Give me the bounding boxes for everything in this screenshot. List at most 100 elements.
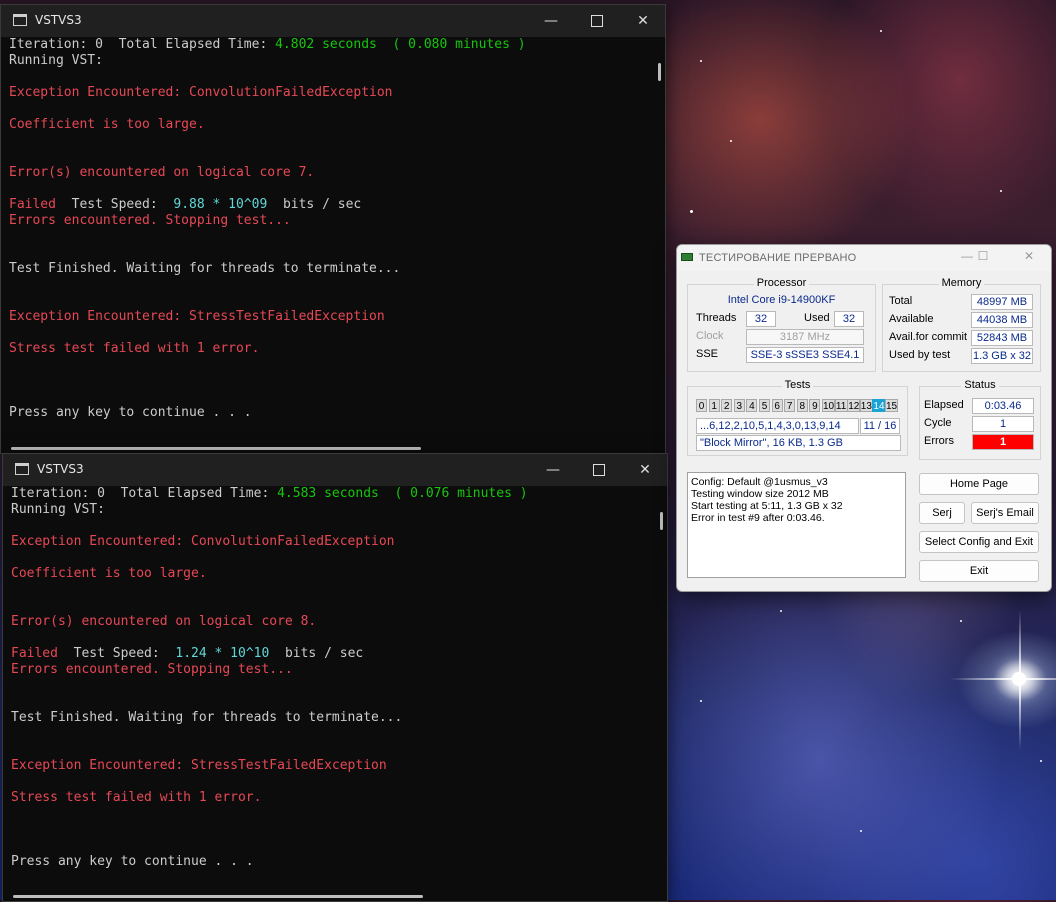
console-text: Running VST: — [11, 502, 105, 517]
console-text: Stress test failed with 1 error. — [11, 790, 262, 805]
console-line: Exception Encountered: StressTestFailedE… — [11, 758, 653, 774]
used-by-test-label: Used by test — [889, 349, 951, 361]
testmem-window[interactable]: ТЕСТИРОВАНИЕ ПРЕРВАНО — ☐ ✕ Processor In… — [676, 244, 1052, 592]
console-line: Coefficient is too large. — [11, 566, 653, 582]
elapsed-label: Elapsed — [924, 399, 964, 411]
test-cell: 15 — [885, 399, 898, 412]
vertical-scrollbar[interactable] — [658, 63, 661, 81]
console-text: Running VST: — [9, 53, 103, 68]
console-line: Running VST: — [11, 502, 653, 518]
console-line: Exception Encountered: ConvolutionFailed… — [9, 85, 651, 101]
threads-label: Threads — [696, 312, 737, 324]
console-text: Coefficient is too large. — [9, 117, 205, 132]
console-line: Press any key to continue . . . — [11, 854, 653, 870]
console-window-1[interactable]: VSTVS3 — ✕ Iteration: 0 Total Elapsed Ti… — [0, 4, 666, 454]
available-label: Available — [889, 313, 934, 325]
test-cell: 0 — [696, 399, 707, 412]
console-line: Iteration: 0 Total Elapsed Time: 4.802 s… — [9, 37, 651, 53]
serj-button[interactable]: Serj — [919, 502, 965, 524]
console-text: Press any key to continue . . . — [9, 405, 252, 420]
console-text: Failed — [11, 646, 58, 661]
select-config-exit-button[interactable]: Select Config and Exit — [919, 531, 1039, 553]
console-output: Iteration: 0 Total Elapsed Time: 4.583 s… — [11, 486, 653, 887]
console-line: Stress test failed with 1 error. — [11, 790, 653, 806]
log-line: Config: Default @1usmus_v3 — [691, 476, 828, 488]
console-text: Test Speed: — [57, 646, 176, 661]
test-cell: 2 — [721, 399, 733, 412]
console-titlebar[interactable]: VSTVS3 — ✕ — [3, 454, 667, 486]
exit-button[interactable]: Exit — [919, 560, 1039, 582]
home-page-button[interactable]: Home Page — [919, 473, 1039, 495]
used-label: Used — [804, 312, 830, 324]
console-text: Iteration: 0 Total Elapsed Time: — [11, 486, 278, 501]
console-line: Exception Encountered: StressTestFailedE… — [9, 309, 651, 325]
test-cell: 4 — [746, 399, 758, 412]
maximize-button[interactable] — [575, 5, 619, 37]
console-text: 4.802 seconds ( 0.080 minutes ) — [275, 37, 526, 52]
test-cell: 12 — [847, 399, 861, 412]
test-cell: 10 — [822, 399, 835, 412]
log-line: Error in test #9 after 0:03.46. — [691, 512, 825, 524]
console-text: Test Finished. Waiting for threads to te… — [9, 261, 401, 276]
console-text: Exception Encountered: StressTestFailedE… — [9, 309, 385, 324]
testmem-titlebar[interactable]: ТЕСТИРОВАНИЕ ПРЕРВАНО — ☐ ✕ — [677, 245, 1051, 271]
maximize-button[interactable]: ☐ — [971, 249, 995, 267]
console-text: Error(s) encountered on logical core 8. — [11, 614, 317, 629]
used-value: 32 — [834, 311, 864, 327]
maximize-button[interactable] — [577, 454, 621, 486]
test-cell: 6 — [771, 399, 783, 412]
errors-value: 1 — [972, 434, 1034, 450]
minimize-button[interactable]: — — [531, 454, 575, 486]
testmem-title: ТЕСТИРОВАНИЕ ПРЕРВАНО — [699, 252, 857, 264]
console-line: Running VST: — [9, 53, 651, 69]
console-text: bits / sec — [267, 197, 362, 212]
log-textbox[interactable]: Config: Default @1usmus_v3 Testing window… — [687, 472, 906, 578]
console-title: VSTVS3 — [35, 13, 82, 27]
serj-email-button[interactable]: Serj's Email — [971, 502, 1039, 524]
console-text: 9.88 * 10^09 — [173, 197, 268, 212]
close-button[interactable]: ✕ — [621, 5, 665, 37]
vertical-scrollbar[interactable] — [660, 512, 663, 530]
minimize-button[interactable]: — — [529, 5, 573, 37]
used-by-test-value: 1.3 GB x 32 — [971, 348, 1033, 364]
test-cell: 8 — [796, 399, 808, 412]
errors-label: Errors — [924, 435, 954, 447]
total-value: 48997 MB — [971, 294, 1033, 310]
close-button[interactable]: ✕ — [1017, 249, 1041, 267]
console-line: Coefficient is too large. — [9, 117, 651, 133]
console-line: Error(s) encountered on logical core 8. — [11, 614, 653, 630]
console-text: Exception Encountered: ConvolutionFailed… — [9, 85, 393, 100]
console-text: Error(s) encountered on logical core 7. — [9, 165, 315, 180]
console-line: Failed Test Speed: 1.24 * 10^10 bits / s… — [11, 646, 653, 662]
test-cell: 14 — [872, 399, 886, 412]
console-titlebar[interactable]: VSTVS3 — ✕ — [1, 5, 665, 37]
console-window-2[interactable]: VSTVS3 — ✕ Iteration: 0 Total Elapsed Ti… — [2, 453, 668, 902]
sse-value: SSE-3 sSSE3 SSE4.1 — [746, 347, 864, 363]
test-cell: 13 — [859, 399, 873, 412]
console-text: bits / sec — [269, 646, 364, 661]
close-button[interactable]: ✕ — [623, 454, 667, 486]
clock-value: 3187 MHz — [746, 329, 864, 345]
test-cell: 1 — [708, 399, 720, 412]
commit-value: 52843 MB — [971, 330, 1033, 346]
tests-group-label: Tests — [781, 379, 814, 391]
memory-group: Memory Total 48997 MB Available 44038 MB… — [882, 277, 1041, 372]
horizontal-scrollbar[interactable] — [13, 895, 423, 898]
horizontal-scrollbar[interactable] — [11, 447, 421, 450]
log-line: Start testing at 5:11, 1.3 GB x 32 — [691, 500, 843, 512]
console-text: Errors encountered. Stopping test... — [9, 213, 291, 228]
elapsed-value: 0:03.46 — [972, 398, 1034, 414]
console-text: Stress test failed with 1 error. — [9, 341, 260, 356]
